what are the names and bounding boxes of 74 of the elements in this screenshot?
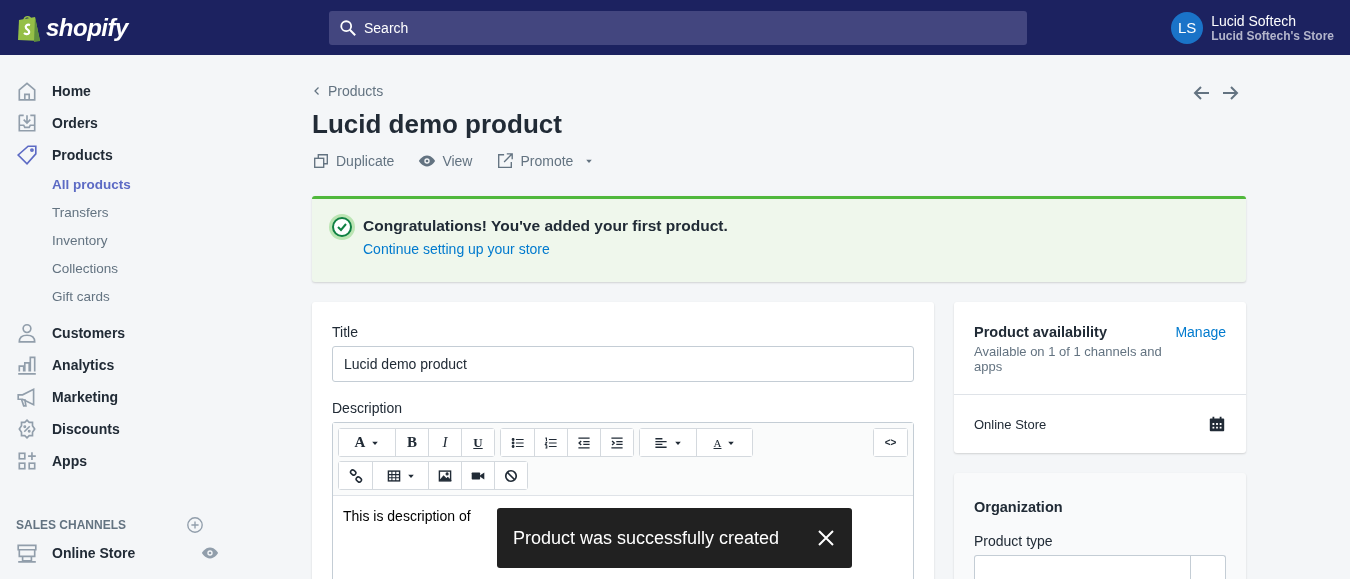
sidebar-subitem[interactable]: Transfers — [16, 199, 240, 227]
no-format-icon — [504, 468, 518, 483]
toast-message: Product was successfully created — [513, 527, 780, 549]
product-type-field[interactable] — [974, 555, 1226, 579]
toolbar-button[interactable] — [339, 462, 372, 489]
toolbar-button[interactable] — [428, 462, 461, 489]
toolbar-button[interactable] — [534, 429, 567, 456]
sidebar-item[interactable]: Discounts — [52, 421, 120, 437]
back-icon — [312, 85, 322, 97]
section-title: SALES CHANNELS — [16, 518, 126, 532]
toolbar-button[interactable]: B — [395, 429, 428, 456]
add-icon — [186, 516, 204, 534]
action-button[interactable]: Duplicate — [312, 152, 395, 170]
close-icon — [816, 528, 836, 548]
link-icon — [348, 468, 363, 483]
toolbar-button[interactable]: A — [339, 429, 395, 456]
search-field[interactable]: Search — [329, 10, 1027, 45]
description-text: This is description of — [343, 508, 472, 524]
toolbar-button[interactable]: I — [428, 429, 461, 456]
sidebar-item[interactable]: Apps — [52, 453, 87, 469]
numbered-list-icon — [544, 435, 558, 450]
search-icon — [339, 18, 357, 37]
sidebar-item[interactable]: Analytics — [52, 357, 115, 373]
image-icon — [438, 468, 452, 483]
breadcrumb-link[interactable]: Products — [312, 83, 594, 99]
action-button[interactable]: View — [418, 152, 473, 170]
indent-icon — [610, 435, 624, 450]
action-button[interactable]: Promote — [496, 152, 594, 170]
external-link-icon — [496, 152, 515, 170]
sidebar-subitem[interactable]: Collections — [16, 255, 240, 283]
user-name: Lucid Softech — [1211, 12, 1297, 29]
brand-name: shopify — [46, 13, 128, 42]
availability-summary: Available on 1 of 1 channels and apps — [974, 344, 1163, 374]
sidebar-subitem[interactable]: Inventory — [16, 227, 240, 255]
channel-name: Online Store — [974, 416, 1047, 432]
table-icon — [386, 468, 401, 483]
duplicate-icon — [312, 152, 330, 170]
avatar[interactable]: LS — [1171, 11, 1204, 44]
field-label: Description — [332, 400, 404, 416]
title-field[interactable]: Lucid demo product — [332, 346, 914, 382]
align-left-icon — [654, 435, 668, 450]
sidebar-item[interactable]: Products — [52, 147, 113, 163]
toolbar-button[interactable]: A — [696, 429, 752, 456]
store-name: Lucid Softech's Store — [1211, 28, 1334, 43]
sidebar-subitem[interactable]: All products — [16, 171, 240, 199]
toolbar-button[interactable] — [501, 429, 534, 456]
close-button[interactable] — [816, 528, 836, 548]
bulleted-list-icon — [510, 435, 525, 450]
sidebar-item[interactable]: Orders — [52, 115, 98, 131]
sidebar-item[interactable]: Marketing — [52, 389, 119, 405]
toolbar-button[interactable] — [372, 462, 428, 489]
toolbar-button[interactable] — [494, 462, 527, 489]
toolbar-button[interactable]: U — [461, 429, 494, 456]
field-label: Product type — [974, 533, 1054, 549]
outdent-icon — [577, 435, 591, 450]
calendar-icon — [1208, 415, 1226, 433]
field-label: Title — [332, 324, 359, 340]
banner-title: Congratulations! You've added your first product. — [363, 217, 728, 235]
sidebar-item[interactable]: Online Store — [52, 545, 136, 561]
toolbar-button[interactable] — [640, 429, 696, 456]
manage-link[interactable]: Manage — [1175, 324, 1226, 374]
toolbar-button[interactable]: <> — [874, 429, 907, 456]
store-icon — [16, 542, 38, 564]
card-title: Product availability — [974, 324, 1108, 340]
sidebar-item[interactable]: Customers — [52, 325, 126, 341]
sidebar-subitem[interactable]: Gift cards — [16, 283, 240, 311]
card-title: Organization — [974, 499, 1064, 515]
banner-link[interactable]: Continue setting up your store — [363, 241, 728, 257]
toolbar-button[interactable] — [600, 429, 633, 456]
toolbar-button[interactable] — [461, 462, 494, 489]
check-circle-icon — [329, 214, 355, 240]
sidebar-item[interactable]: Home — [52, 83, 91, 99]
page-title: Lucid demo product — [312, 109, 563, 140]
toolbar-button[interactable] — [567, 429, 600, 456]
